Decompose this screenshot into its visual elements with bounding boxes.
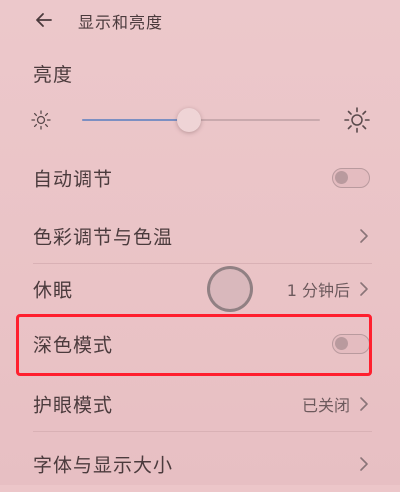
- auto-adjust-toggle[interactable]: [332, 168, 370, 188]
- brightness-slider-fill: [82, 119, 190, 121]
- color-temperature-row[interactable]: 色彩调节与色温: [0, 208, 400, 264]
- arrow-left-icon: [36, 13, 52, 27]
- highlight-annotation: [16, 314, 372, 376]
- auto-adjust-label: 自动调节: [33, 168, 114, 191]
- color-temperature-label: 色彩调节与色温: [33, 226, 174, 249]
- brightness-slider-thumb[interactable]: [177, 108, 202, 132]
- eye-comfort-label: 护眼模式: [33, 394, 114, 417]
- row-divider: [33, 431, 372, 432]
- touch-indicator: [207, 266, 253, 312]
- eye-comfort-row[interactable]: 护眼模式 已关闭: [0, 376, 400, 432]
- auto-adjust-row[interactable]: 自动调节: [0, 150, 400, 206]
- sun-large-icon: [344, 107, 370, 133]
- eye-comfort-value: 已关闭: [301, 396, 350, 415]
- back-button[interactable]: [30, 6, 58, 34]
- font-display-size-row[interactable]: 字体与显示大小: [0, 436, 400, 492]
- sun-small-icon: [31, 110, 51, 130]
- page-title: 显示和亮度: [78, 13, 164, 32]
- chevron-right-icon: [360, 282, 368, 296]
- sleep-label: 休眠: [33, 279, 74, 302]
- chevron-right-icon: [360, 457, 368, 471]
- font-display-size-label: 字体与显示大小: [33, 454, 174, 477]
- chevron-right-icon: [360, 397, 368, 411]
- header-bar: 显示和亮度: [0, 0, 400, 40]
- brightness-slider-row: [0, 100, 400, 140]
- sleep-row[interactable]: 休眠 1 分钟后: [0, 261, 400, 317]
- toggle-knob: [335, 171, 348, 184]
- brightness-label: 亮度: [33, 64, 74, 86]
- settings-screen: 显示和亮度 亮度 自动调节 色彩调节与色温 休眠 1 分钟后 深色模式 护眼模式…: [0, 0, 400, 485]
- chevron-right-icon: [360, 229, 368, 243]
- sleep-value: 1 分钟后: [286, 281, 350, 300]
